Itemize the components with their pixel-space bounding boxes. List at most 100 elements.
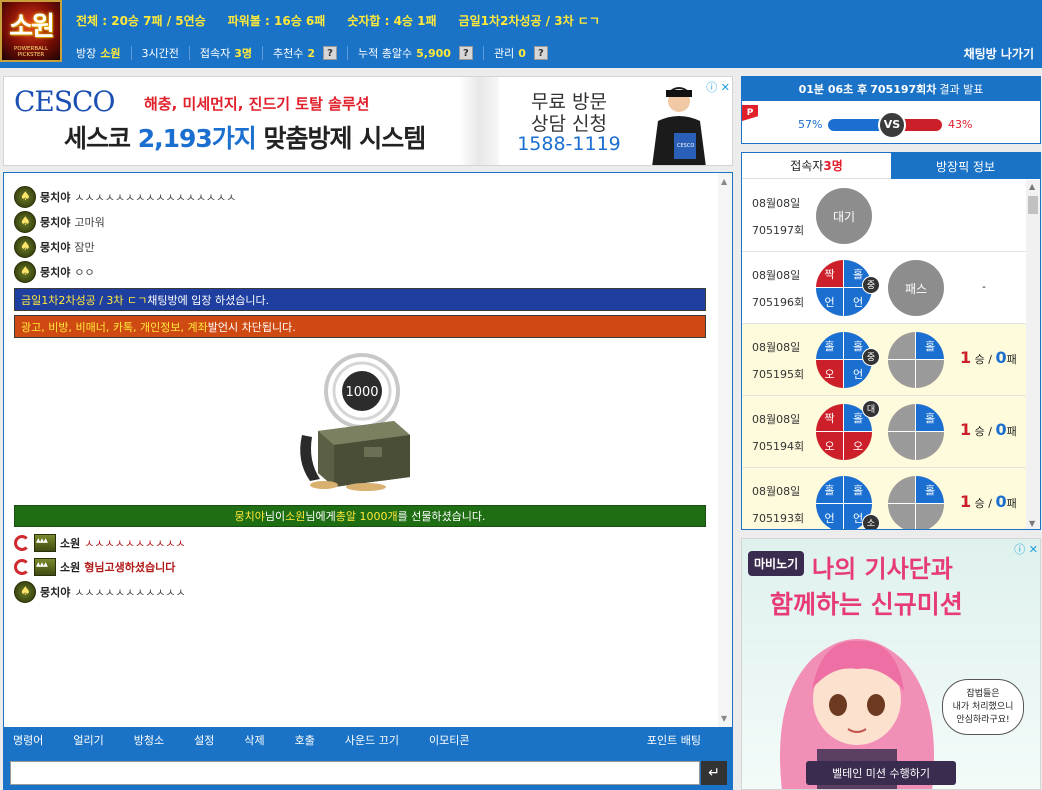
menu-delete[interactable]: 삭제: [244, 732, 264, 748]
scroll-down-arrow-icon[interactable]: ▼: [721, 714, 727, 723]
menu-clear[interactable]: 방청소: [134, 732, 164, 748]
chat-nick[interactable]: 뭉치야: [40, 189, 70, 205]
ad-phone: 1588-1119: [517, 133, 621, 155]
manage-value: 0: [518, 46, 526, 60]
exit-chat-button[interactable]: 채팅방 나가기: [964, 45, 1034, 62]
warning-notice-keywords: 광고, 비방, 비매너, 카톡, 개인정보, 계좌: [21, 320, 208, 334]
gift-text-3: 를 선물하셨습니다.: [397, 510, 486, 523]
tab-users[interactable]: 접속자 3명: [742, 153, 891, 179]
chat-text: ㅅㅅㅅㅅㅅㅅㅅㅅㅅㅅ: [84, 537, 186, 550]
menu-sound-off[interactable]: 사운드 끄기: [345, 732, 399, 748]
history-row: 08월08일 705193회 홀 홀 언 언 소 홀 1 승 / 0패: [742, 468, 1026, 529]
user-level-icon: [14, 261, 36, 283]
chat-window: 뭉치야 ㅅㅅㅅㅅㅅㅅㅅㅅㅅㅅㅅㅅㅅㅅㅅㅅ 뭉치야 고마워 뭉치야 잠만 뭉치야 …: [3, 172, 733, 728]
point-bet-button[interactable]: 포인트 배팅: [647, 732, 701, 748]
pick-quadrant: [888, 476, 916, 504]
menu-emoticon[interactable]: 이모티콘: [429, 732, 469, 748]
chat-nick[interactable]: 뭉치야: [40, 214, 70, 230]
game-logo: 마비노기: [748, 551, 805, 576]
stat-pick: 금일1차2차성공 / 3차 ㄷㄱ: [458, 13, 600, 28]
user-level-icon: [14, 211, 36, 233]
recommend-help-button[interactable]: ?: [323, 46, 338, 60]
pick-circle: 홀: [888, 404, 944, 460]
recommend-label: 추천수: [273, 47, 304, 60]
bullets-help-button[interactable]: ?: [458, 46, 473, 60]
chat-nick[interactable]: 소원: [60, 535, 80, 551]
chat-text: ㅅㅅㅅㅅㅅㅅㅅㅅㅅㅅㅅㅅㅅㅅㅅㅅ: [74, 191, 237, 204]
history-round: 705194회: [752, 440, 805, 453]
pick-quadrant: 홀: [916, 332, 944, 360]
host-label: 방장: [76, 47, 97, 60]
scrollbar-thumb[interactable]: [1028, 196, 1038, 214]
menu-commands[interactable]: 명령어: [13, 732, 43, 748]
chat-text: 잠만: [74, 241, 95, 254]
ad-person-image: CESCO: [652, 87, 706, 165]
win-count: 1: [960, 492, 972, 511]
chat-message: 뭉치야 ㅅㅅㅅㅅㅅㅅㅅㅅㅅㅅㅅㅅㅅㅅㅅㅅ: [14, 185, 236, 209]
chat-scrollbar[interactable]: ▲ ▼: [718, 173, 732, 727]
chat-nick[interactable]: 뭉치야: [40, 584, 70, 600]
gift-notice: 뭉치야 님이 소원 님에게 총알 1000개 를 선물하셨습니다.: [14, 505, 706, 527]
menu-call[interactable]: 호출: [295, 732, 315, 748]
result-quadrant: 언: [816, 504, 844, 529]
menu-freeze[interactable]: 얼리기: [73, 732, 103, 748]
chat-nick[interactable]: 뭉치야: [40, 264, 70, 280]
chat-message: 뭉치야 잠만: [14, 235, 95, 259]
chat-nick[interactable]: 소원: [60, 559, 80, 575]
scroll-up-arrow-icon[interactable]: ▲: [721, 177, 727, 186]
users-value: 3명: [234, 47, 253, 60]
top-ad-banner[interactable]: CESCO 해충, 미세먼지, 진드기 토탈 솔루션 세스코 2,193가지 맞…: [3, 76, 733, 166]
ad-cta-button[interactable]: 벨테인 미션 수행하기: [806, 761, 956, 785]
enter-notice: 금일1차2차성공 / 3차 ㄷㄱ 채팅방에 입장 하셨습니다.: [14, 288, 706, 311]
stat-total: 전체 : 20승 7패 / 5연승: [76, 13, 206, 28]
scroll-down-arrow-icon[interactable]: ▼: [1029, 519, 1035, 528]
pick-quadrant: [888, 404, 916, 432]
chat-input[interactable]: [10, 761, 700, 785]
pick-quadrant: [888, 360, 916, 388]
history-row: 08월08일 705195회 홀 홀 오 언 중 홀 1 승 / 0패: [742, 324, 1026, 396]
adchoice-icon[interactable]: ⓘ ✕: [1014, 541, 1038, 557]
bubble-line3: 안심하라구요!: [956, 714, 1010, 725]
logo-subtext: POWERBALL PICKSTER: [13, 46, 49, 58]
history-date: 08월08일: [752, 413, 801, 426]
hours-cell: 3시간전: [130, 46, 189, 60]
chat-nick[interactable]: 뭉치야: [40, 239, 70, 255]
result-quadrant: 언: [816, 288, 844, 316]
history-row: 08월08일 705197회 대기: [742, 180, 1026, 252]
pick-circle: 홀: [888, 332, 944, 388]
history-scrollbar[interactable]: ▲ ▼: [1026, 180, 1040, 529]
powerball-p-badge: P: [742, 105, 758, 121]
right-ad-banner[interactable]: 마비노기 나의 기사단과 함께하는 신규미션 잡법들은 내가 처리했으니 안심하…: [741, 538, 1041, 790]
result-quadrant: 짝: [816, 260, 844, 288]
ad-right-line2: 상담 신청: [531, 113, 607, 135]
bullets-value: 5,900: [416, 46, 451, 60]
enter-notice-room: 금일1차2차성공 / 3차 ㄷㄱ: [21, 293, 148, 307]
gift-to: 소원: [285, 510, 306, 523]
tab-users-count: 3명: [823, 159, 843, 173]
warning-notice: 광고, 비방, 비매너, 카톡, 개인정보, 계좌 발언시 차단됩니다.: [14, 315, 706, 338]
manage-help-button[interactable]: ?: [533, 46, 548, 60]
ad-torn-paper: [459, 77, 499, 165]
recommend-value: 2: [307, 46, 316, 60]
scroll-up-arrow-icon[interactable]: ▲: [1029, 182, 1035, 191]
ad-title-1: 나의 기사단과: [812, 555, 953, 583]
history-round: 705196회: [752, 296, 805, 309]
host-swirl-icon: [14, 535, 30, 551]
adchoice-icon[interactable]: ⓘ ✕: [706, 79, 730, 95]
chat-text: 형님고생하셨습니다: [84, 561, 176, 574]
gift-amount: 1000: [345, 385, 378, 400]
send-button[interactable]: ↵: [701, 761, 727, 785]
ad-line2-highlight: 2,193가지: [137, 124, 257, 153]
history-date: 08월08일: [752, 341, 801, 354]
history-date: 08월08일: [752, 269, 801, 282]
tab-host-pick[interactable]: 방장픽 정보: [891, 153, 1040, 179]
gift-text-2: 님에게: [305, 510, 336, 523]
gift-item: 총알 1000개: [335, 510, 398, 523]
enter-notice-text: 채팅방에 입장 하셨습니다.: [147, 293, 270, 307]
pick-quadrant: [888, 504, 916, 529]
left-percent: 57%: [798, 118, 823, 131]
stat-powerball: 파워볼 : 16승 6패: [227, 13, 326, 28]
room-logo: 소원 POWERBALL PICKSTER: [0, 0, 62, 62]
host-value: 소원: [100, 47, 121, 60]
menu-settings[interactable]: 설정: [194, 732, 214, 748]
